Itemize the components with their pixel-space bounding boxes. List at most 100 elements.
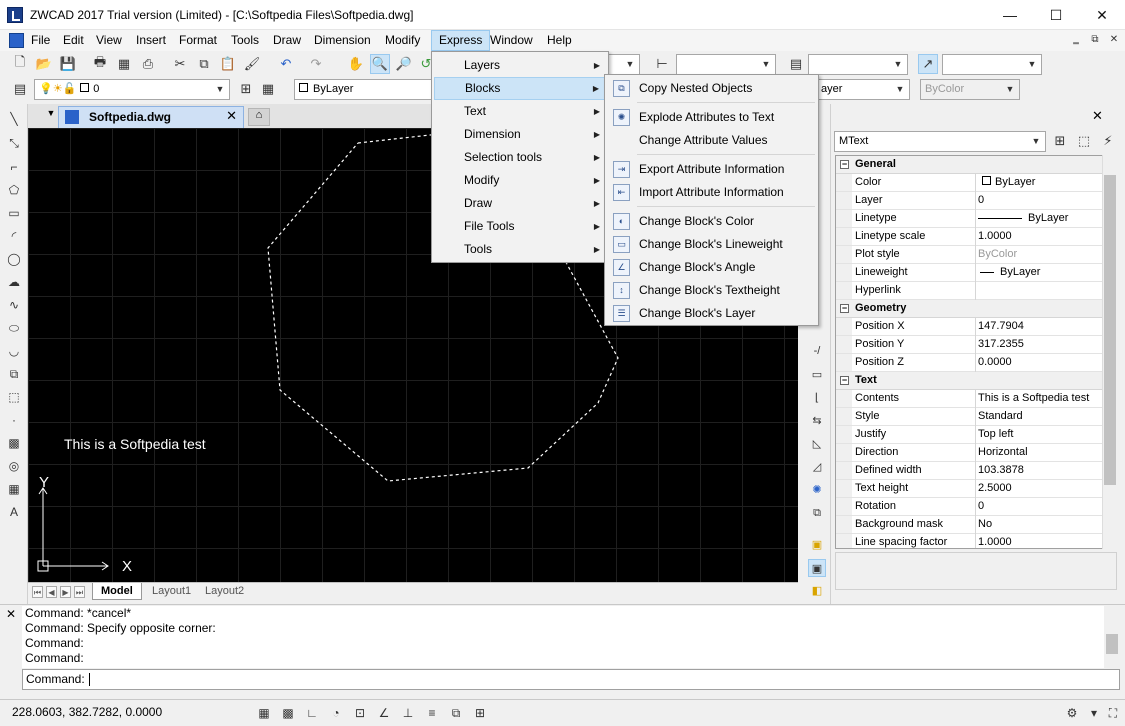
- mdi-minimize-button[interactable]: ‗: [1068, 33, 1084, 47]
- menu-file[interactable]: File: [24, 30, 57, 51]
- grid-display-icon[interactable]: ▩: [279, 704, 297, 722]
- command-input[interactable]: Command:: [22, 669, 1120, 690]
- join-icon[interactable]: ⧉: [808, 504, 826, 522]
- dynamic-ucs-icon[interactable]: ⊥: [399, 704, 417, 722]
- trim-icon[interactable]: ◿: [808, 458, 826, 476]
- color-combo[interactable]: ByLayer: [294, 79, 434, 100]
- dimension-style-icon[interactable]: ⊢: [652, 54, 672, 74]
- selection-cycling-icon[interactable]: ⊞: [471, 704, 489, 722]
- object-snap-icon[interactable]: ⊡: [351, 704, 369, 722]
- first-layout-button[interactable]: ⏮: [32, 586, 43, 598]
- ellipse-arc-icon[interactable]: ◡: [5, 342, 23, 360]
- menu-draw[interactable]: Draw: [266, 30, 308, 51]
- multileader-style-icon[interactable]: ↗: [918, 54, 938, 74]
- fillet-icon[interactable]: ⌊: [808, 389, 826, 407]
- last-layout-button[interactable]: ⏭: [74, 586, 85, 598]
- express-menu-item-file-tools[interactable]: File Tools ▶: [434, 215, 606, 238]
- menu-format[interactable]: Format: [172, 30, 224, 51]
- minimize-button[interactable]: —: [987, 0, 1033, 30]
- tab-layout2[interactable]: Layout2: [197, 583, 252, 600]
- tab-model[interactable]: Model: [92, 583, 142, 600]
- category-geometry[interactable]: − Geometry: [836, 300, 1102, 318]
- construction-line-icon[interactable]: ⤡: [5, 134, 23, 152]
- prop-row-hyperlink[interactable]: Hyperlink: [836, 282, 1102, 300]
- menu-help[interactable]: Help: [540, 30, 579, 51]
- match-properties-icon[interactable]: 🖌: [242, 54, 262, 74]
- command-history-scrollbar[interactable]: [1104, 606, 1120, 668]
- make-block-icon[interactable]: ⬚: [5, 388, 23, 406]
- prop-row-color[interactable]: Color ByLayer: [836, 174, 1102, 192]
- layer-manager-icon[interactable]: ▤: [10, 79, 30, 99]
- blocks-item-change-textheight[interactable]: ↕ Change Block's Textheight: [607, 279, 816, 302]
- pan-icon[interactable]: ✋: [346, 54, 366, 74]
- hatch-icon[interactable]: ▩: [5, 434, 23, 452]
- tab-layout1[interactable]: Layout1: [144, 583, 199, 600]
- prop-row-text-height[interactable]: Text height 2.5000: [836, 480, 1102, 498]
- break-icon[interactable]: -/: [808, 342, 826, 360]
- prop-row-justify[interactable]: Justify Top left: [836, 426, 1102, 444]
- ortho-mode-icon[interactable]: ∟: [303, 704, 321, 722]
- dimension-style-combo[interactable]: ▼: [676, 54, 776, 75]
- layer-previous-icon[interactable]: ▦: [258, 79, 278, 99]
- prop-row-position-z[interactable]: Position Z 0.0000: [836, 354, 1102, 372]
- category-text[interactable]: − Text: [836, 372, 1102, 390]
- tab-close-icon[interactable]: ✕: [226, 108, 237, 124]
- open-folder-icon[interactable]: 📂: [34, 54, 54, 74]
- workspace-dropdown-icon[interactable]: ▾: [1085, 704, 1103, 722]
- clean-screen-icon[interactable]: ⛶: [1104, 704, 1122, 722]
- print-preview-icon[interactable]: ▦: [114, 54, 134, 74]
- prop-row-background-mask[interactable]: Background mask No: [836, 516, 1102, 534]
- express-menu-item-dimension[interactable]: Dimension ▶: [434, 123, 606, 146]
- new-file-icon[interactable]: 🗋: [10, 54, 30, 74]
- quick-select-icon[interactable]: ⚡: [1098, 131, 1118, 151]
- prop-row-style[interactable]: Style Standard: [836, 408, 1102, 426]
- table-style-combo[interactable]: ▼: [808, 54, 908, 75]
- polyline-icon[interactable]: ⌐: [5, 158, 23, 176]
- lineweight-combo[interactable]: ayer ▼: [816, 79, 910, 100]
- publish-icon[interactable]: ⎙: [138, 54, 158, 74]
- next-layout-button[interactable]: ▶: [60, 586, 71, 598]
- blocks-item-import-attribute-info[interactable]: ⇤ Import Attribute Information: [607, 181, 816, 204]
- ellipse-icon[interactable]: ⬭: [5, 319, 23, 337]
- zoom-window-icon[interactable]: 🔎: [394, 54, 414, 74]
- stretch-icon[interactable]: ⇆: [808, 412, 826, 430]
- object-snap-tracking-icon[interactable]: ∠: [375, 704, 393, 722]
- revision-cloud-icon[interactable]: ☁: [5, 273, 23, 291]
- blocks-item-change-attribute-values[interactable]: Change Attribute Values: [607, 129, 816, 152]
- arc-icon[interactable]: ◜: [5, 227, 23, 245]
- prop-row-linetype-scale[interactable]: Linetype scale 1.0000: [836, 228, 1102, 246]
- express-menu-item-text[interactable]: Text ▶: [434, 100, 606, 123]
- menu-edit[interactable]: Edit: [56, 30, 91, 51]
- express-menu-item-tools[interactable]: Tools ▶: [434, 238, 606, 261]
- multiline-text-icon[interactable]: A: [5, 503, 23, 521]
- mdi-close-button[interactable]: ✕: [1106, 33, 1122, 47]
- copy-icon[interactable]: ⧉: [194, 54, 214, 74]
- cut-icon[interactable]: ✂: [170, 54, 190, 74]
- undo-icon[interactable]: ↶: [276, 54, 296, 74]
- object-type-combo[interactable]: MText ▼: [834, 131, 1046, 152]
- lineweight-display-icon[interactable]: ≡: [423, 704, 441, 722]
- express-menu-item-modify[interactable]: Modify ▶: [434, 169, 606, 192]
- scrollbar-thumb[interactable]: [1104, 175, 1116, 485]
- draw-order-icon[interactable]: ▣: [808, 536, 826, 554]
- point-icon[interactable]: ·: [5, 411, 23, 429]
- region-icon[interactable]: ◎: [5, 457, 23, 475]
- rectangle-icon[interactable]: ▭: [5, 204, 23, 222]
- menu-window[interactable]: Window: [483, 30, 540, 51]
- toggle-pickadd-icon[interactable]: ⊞: [1050, 131, 1070, 151]
- polygon-icon[interactable]: ⬠: [5, 181, 23, 199]
- maximize-button[interactable]: ☐: [1033, 0, 1079, 30]
- lengthen-icon[interactable]: ◺: [808, 435, 826, 453]
- prop-row-lineweight[interactable]: Lineweight ByLayer: [836, 264, 1102, 282]
- blocks-item-copy-nested-objects[interactable]: ⧉ Copy Nested Objects: [607, 77, 816, 100]
- command-window-close-icon[interactable]: ✕: [6, 607, 16, 621]
- paste-icon[interactable]: 📋: [218, 54, 238, 74]
- drawing-text-object[interactable]: This is a Softpedia test: [64, 436, 206, 452]
- prop-row-layer[interactable]: Layer 0: [836, 192, 1102, 210]
- print-icon[interactable]: 🖶: [90, 54, 110, 74]
- line-icon[interactable]: ╲: [5, 110, 23, 128]
- redo-icon[interactable]: ↷: [306, 54, 326, 74]
- menu-express[interactable]: Express: [431, 30, 491, 51]
- send-to-back-icon[interactable]: ◧: [808, 582, 826, 600]
- insert-block-icon[interactable]: ⧉: [5, 365, 23, 383]
